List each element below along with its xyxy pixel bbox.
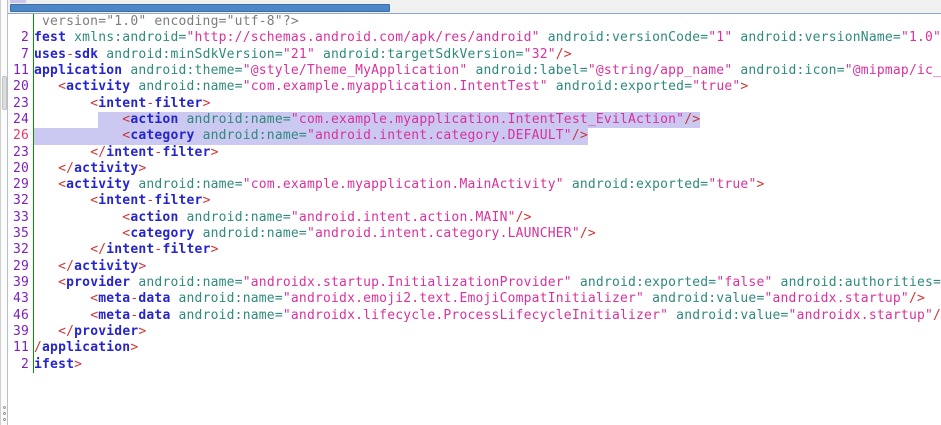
code-line-content[interactable]: <intent-filter> <box>34 193 941 209</box>
line-number: 20 <box>8 161 34 177</box>
code-tokens: <intent-filter> <box>34 96 211 111</box>
code-line[interactable]: version="1.0" encoding="utf-8"?> <box>8 14 941 30</box>
line-number: 2 <box>8 30 34 46</box>
code-line-content[interactable]: </activity> <box>34 259 941 275</box>
code-tokens: application android:theme="@style/Theme_… <box>34 63 941 78</box>
code-line-content[interactable]: </intent-filter> <box>34 242 941 258</box>
line-number: 46 <box>8 308 34 324</box>
code-line[interactable]: 33 <action android:name="android.intent.… <box>8 210 941 226</box>
line-number: 23 <box>8 145 34 161</box>
code-tokens: <category android:name="android.intent.c… <box>34 226 596 241</box>
code-line[interactable]: 29 <activity android:name="com.example.m… <box>8 177 941 193</box>
code-line[interactable]: 29 </activity> <box>8 259 941 275</box>
code-tokens: </activity> <box>34 259 146 274</box>
left-splitter[interactable] <box>0 0 8 425</box>
line-number: 20 <box>8 79 34 95</box>
code-line[interactable]: 23 <intent-filter> <box>8 96 941 112</box>
code-tokens: /application> <box>34 340 138 355</box>
code-line[interactable]: 46 <meta-data android:name="androidx.lif… <box>8 308 941 324</box>
code-line[interactable]: 26 <category android:name="android.inten… <box>8 128 941 144</box>
code-line-content[interactable]: <meta-data android:name="androidx.lifecy… <box>34 308 941 324</box>
line-number: 32 <box>8 193 34 209</box>
code-line-content[interactable]: version="1.0" encoding="utf-8"?> <box>34 14 941 30</box>
code-tokens: <action android:name="com.example.myappl… <box>34 112 700 127</box>
line-number: 39 <box>8 275 34 291</box>
code-tokens: uses-sdk android:minSdkVersion="21" andr… <box>34 47 572 62</box>
code-tokens: </intent-filter> <box>34 145 219 160</box>
code-tokens: </provider> <box>34 324 146 339</box>
line-number: 32 <box>8 242 34 258</box>
code-line-content[interactable]: ifest> <box>34 357 941 373</box>
code-line-content[interactable]: /application> <box>34 340 941 356</box>
code-line[interactable]: 24 <action android:name="com.example.mya… <box>8 112 941 128</box>
code-line[interactable]: 32 </intent-filter> <box>8 242 941 258</box>
splitter-grip-icon <box>3 406 6 409</box>
line-number: 43 <box>8 291 34 307</box>
line-number: 23 <box>8 96 34 112</box>
code-tokens: <provider android:name="androidx.startup… <box>34 275 941 290</box>
code-line[interactable]: 43 <meta-data android:name="androidx.emo… <box>8 291 941 307</box>
code-line-content[interactable]: </provider> <box>34 324 941 340</box>
code-tokens: ifest> <box>34 357 82 372</box>
horizontal-scrollbar-thumb[interactable] <box>10 4 390 12</box>
top-selection-artifact <box>10 0 26 3</box>
line-number: 2 <box>8 357 34 373</box>
horizontal-scrollbar[interactable] <box>8 0 941 14</box>
code-tokens: <action android:name="android.intent.act… <box>34 210 532 225</box>
line-number: 29 <box>8 177 34 193</box>
code-line-content[interactable]: </intent-filter> <box>34 145 941 161</box>
code-line-content[interactable]: uses-sdk android:minSdkVersion="21" andr… <box>34 47 941 63</box>
code-tokens: </activity> <box>34 161 146 176</box>
code-line-content[interactable]: <activity android:name="com.example.myap… <box>34 177 941 193</box>
line-number <box>8 14 34 30</box>
code-line[interactable]: 32 <intent-filter> <box>8 193 941 209</box>
code-line-content[interactable]: fest xmlns:android="http://schemas.andro… <box>34 30 941 46</box>
line-number: 11 <box>8 63 34 79</box>
code-tokens: version="1.0" encoding="utf-8"?> <box>34 14 299 29</box>
code-line[interactable]: 11application android:theme="@style/Them… <box>8 63 941 79</box>
code-line-content[interactable]: <action android:name="com.example.myappl… <box>34 112 941 128</box>
code-tokens: fest xmlns:android="http://schemas.andro… <box>34 30 941 45</box>
line-number-current: 26 <box>8 128 34 144</box>
code-line[interactable]: 20 <activity android:name="com.example.m… <box>8 79 941 95</box>
code-tokens: </intent-filter> <box>34 242 219 257</box>
code-editor[interactable]: version="1.0" encoding="utf-8"?>2fest xm… <box>8 14 941 425</box>
code-line[interactable]: 2ifest> <box>8 357 941 373</box>
code-line[interactable]: 7uses-sdk android:minSdkVersion="21" and… <box>8 47 941 63</box>
code-line-content[interactable]: <category android:name="android.intent.c… <box>34 226 941 242</box>
code-line[interactable]: 20 </activity> <box>8 161 941 177</box>
code-line-content[interactable]: <action android:name="android.intent.act… <box>34 210 941 226</box>
line-number: 35 <box>8 226 34 242</box>
code-tokens: <meta-data android:name="androidx.lifecy… <box>34 308 941 323</box>
code-line-content[interactable]: <category android:name="android.intent.c… <box>34 128 941 144</box>
line-number: 11 <box>8 340 34 356</box>
code-line[interactable]: 35 <category android:name="android.inten… <box>8 226 941 242</box>
line-number: 29 <box>8 259 34 275</box>
code-line-content[interactable]: <activity android:name="com.example.myap… <box>34 79 941 95</box>
line-number: 24 <box>8 112 34 128</box>
left-scrollbar-thumb[interactable] <box>2 76 7 110</box>
code-line[interactable]: 2fest xmlns:android="http://schemas.andr… <box>8 30 941 46</box>
code-tokens: <category android:name="android.intent.c… <box>34 128 588 143</box>
code-line-content[interactable]: application android:theme="@style/Theme_… <box>34 63 941 79</box>
code-line-content[interactable]: </activity> <box>34 161 941 177</box>
line-number: 39 <box>8 324 34 340</box>
line-number: 7 <box>8 47 34 63</box>
code-tokens: <activity android:name="com.example.myap… <box>34 79 748 94</box>
code-line[interactable]: 23 </intent-filter> <box>8 145 941 161</box>
code-line[interactable]: 39 </provider> <box>8 324 941 340</box>
code-tokens: <meta-data android:name="androidx.emoji2… <box>34 291 925 306</box>
xml-viewer-window: { "colors": { "gutter-number": "#7c22b8"… <box>0 0 941 425</box>
splitter-grip-icon <box>3 412 6 415</box>
splitter-grip-icon <box>3 418 6 421</box>
code-line[interactable]: 11/application> <box>8 340 941 356</box>
code-tokens: <intent-filter> <box>34 193 211 208</box>
code-line-content[interactable]: <meta-data android:name="androidx.emoji2… <box>34 291 941 307</box>
line-number: 33 <box>8 210 34 226</box>
code-line-content[interactable]: <intent-filter> <box>34 96 941 112</box>
code-line[interactable]: 39 <provider android:name="androidx.star… <box>8 275 941 291</box>
code-line-content[interactable]: <provider android:name="androidx.startup… <box>34 275 941 291</box>
code-tokens: <activity android:name="com.example.myap… <box>34 177 765 192</box>
